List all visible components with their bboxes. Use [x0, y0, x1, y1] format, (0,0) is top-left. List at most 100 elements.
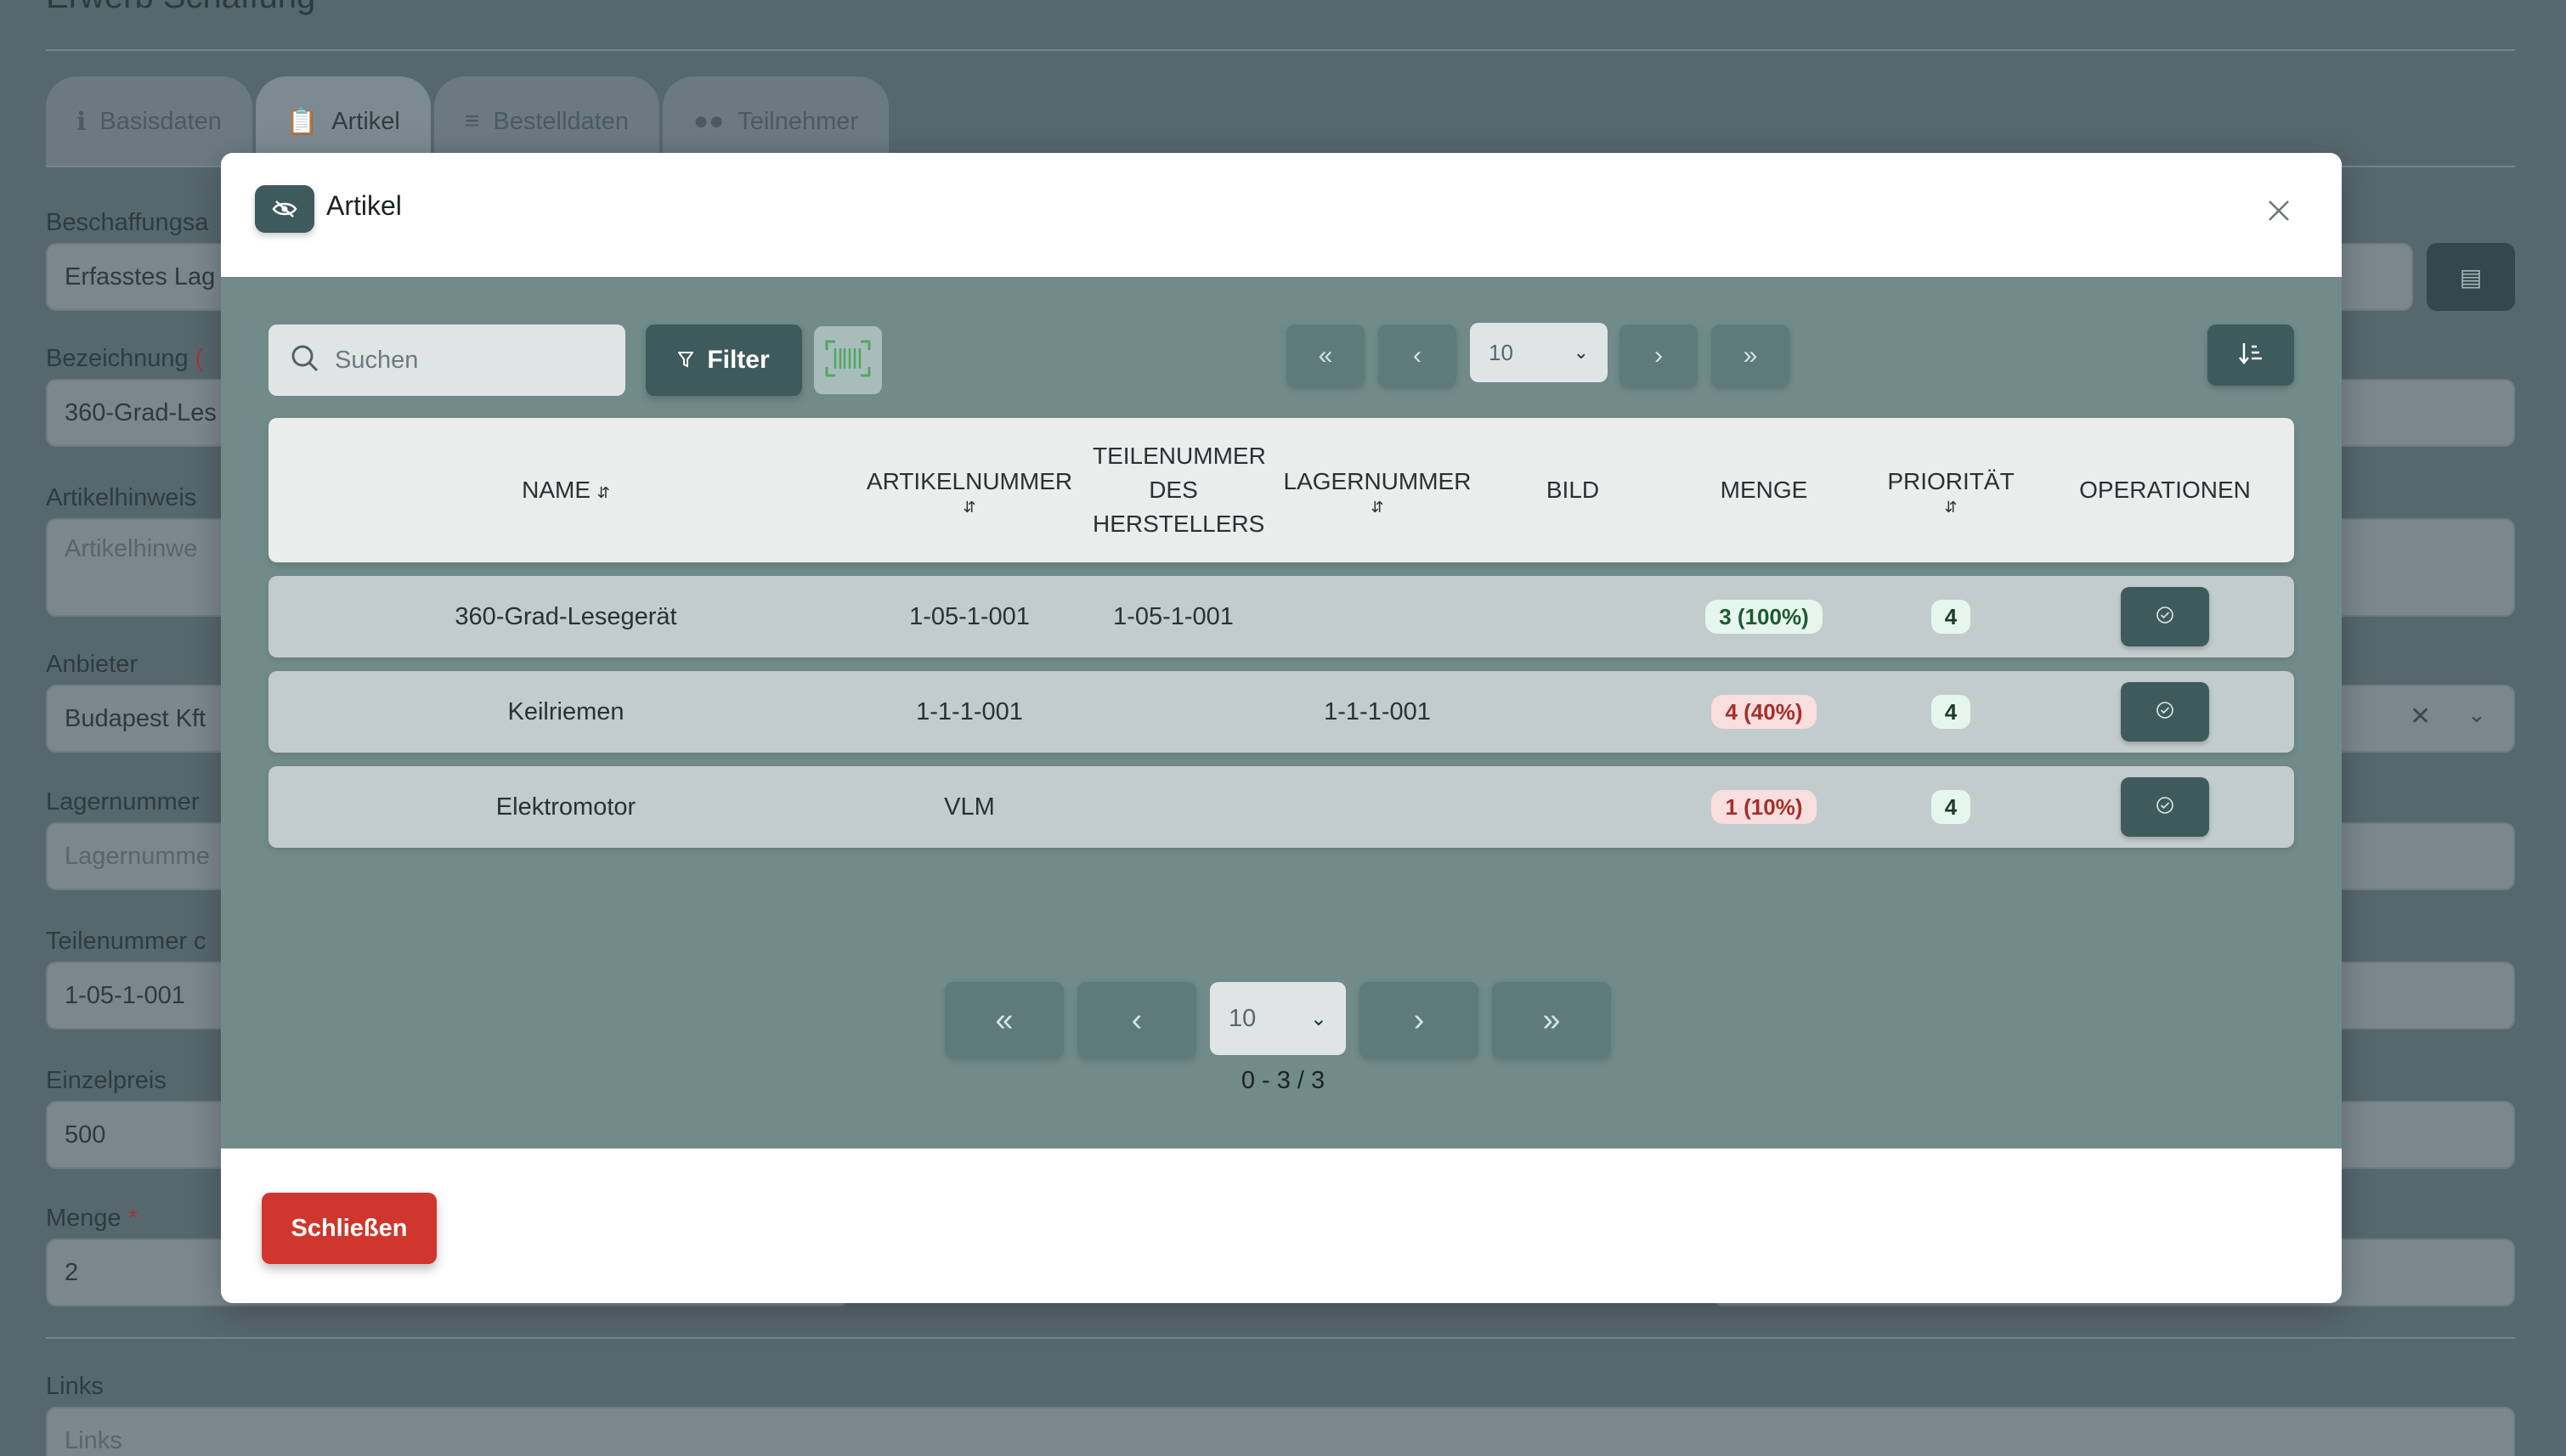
search-box[interactable]: [268, 324, 625, 396]
status-badge: 1 (10%): [1711, 790, 1817, 824]
table-row[interactable]: 360-Grad-Lesegerät 1-05-1-001 1-05-1-001…: [268, 576, 2294, 657]
column-header-menge: MENGE: [1720, 477, 1808, 503]
cell-name: 360-Grad-Lesegerät: [455, 602, 677, 630]
close-button[interactable]: Schließen: [262, 1193, 437, 1264]
page-size-select[interactable]: 10 ⌄: [1470, 323, 1608, 382]
cell-menge: 4 (40%): [1662, 671, 1866, 753]
cell-name: Elektromotor: [495, 793, 636, 821]
select-button[interactable]: [2121, 777, 2209, 837]
tab-label: Teilnehmer: [738, 107, 859, 135]
page-title: Erwerb Schaffung: [46, 0, 315, 16]
cell-teilenummer: [1076, 671, 1271, 753]
page-size-value: 10: [1229, 1004, 1257, 1032]
links-field[interactable]: Links: [46, 1407, 2515, 1456]
cell-bild: [1484, 671, 1662, 753]
column-header-bild: BILD: [1546, 477, 1600, 503]
anbieter-label: Anbieter: [46, 651, 138, 678]
list-icon: ≡: [464, 107, 480, 135]
cell-lagernummer: [1271, 576, 1484, 657]
artikelhinweis-label: Artikelhinweis: [46, 484, 197, 511]
chevrons-left-icon: «: [1318, 341, 1333, 370]
chevron-down-icon: ⌄: [1573, 341, 1589, 363]
table-row[interactable]: Elektromotor VLM 1 (10%) 4: [268, 766, 2294, 848]
search-icon: [291, 344, 319, 377]
einzelpreis-label: Einzelpreis: [46, 1067, 167, 1094]
cell-lagernummer: 1-1-1-001: [1324, 697, 1431, 725]
users-icon: ●●: [692, 107, 725, 135]
table-row[interactable]: Keilriemen 1-1-1-001 1-1-1-001 4 (40%) 4: [268, 671, 2294, 753]
barcode-scan-button[interactable]: [814, 326, 882, 394]
column-header-artikelnummer[interactable]: ARTIKELNUMMER ⇵: [863, 418, 1076, 562]
column-header-prioritaet[interactable]: PRIORITÄT ⇵: [1866, 418, 2036, 562]
search-input[interactable]: [335, 346, 590, 375]
bezeichnung-label: Bezeichnung (: [46, 345, 204, 372]
pagination-count: 0 - 3 / 3: [1241, 1067, 1325, 1094]
chevron-left-icon: ‹: [1413, 341, 1421, 370]
column-header-lagernummer[interactable]: LAGERNUMMER ⇵: [1271, 418, 1484, 562]
chevrons-right-icon: »: [1542, 1002, 1561, 1038]
clipboard-icon: 📋: [285, 107, 319, 136]
filter-button[interactable]: Filter: [646, 324, 802, 396]
links-label: Links: [46, 1373, 104, 1400]
cell-lagernummer: [1271, 766, 1484, 848]
tab-label: Bestelldaten: [493, 107, 629, 135]
cell-teilenummer: 1-05-1-001: [1113, 602, 1234, 630]
sort-icon: ⇵: [596, 484, 610, 501]
cell-artikelnummer: 1-05-1-001: [909, 602, 1030, 630]
cell-operationen: [2036, 576, 2294, 657]
chevrons-left-icon: «: [995, 1002, 1014, 1038]
filter-label: Filter: [707, 346, 770, 374]
next-page-button[interactable]: ›: [1619, 324, 1698, 387]
divider: [46, 1337, 2515, 1339]
menge-label: Menge *: [46, 1205, 138, 1232]
previous-page-button[interactable]: ‹: [1077, 982, 1196, 1058]
tab-label: Artikel: [331, 107, 400, 135]
sort-button[interactable]: [2207, 324, 2294, 386]
chevron-left-icon: ‹: [1131, 1002, 1143, 1038]
cell-menge: 1 (10%): [1662, 766, 1866, 848]
sort-icon: ⇵: [963, 499, 976, 516]
cell-prioritaet: 4: [1866, 766, 2036, 848]
select-button[interactable]: [2121, 587, 2209, 646]
modal-footer: [221, 1148, 2342, 1303]
cell-operationen: [2036, 766, 2294, 848]
info-icon: ℹ: [76, 107, 87, 136]
sort-descending-icon: [2238, 341, 2264, 370]
priority-badge: 4: [1931, 790, 1970, 824]
modal-header: Artikel: [221, 153, 2342, 277]
next-page-button[interactable]: ›: [1359, 982, 1478, 1058]
modal-title: Artikel: [326, 190, 402, 221]
divider: [46, 49, 2515, 51]
table-header: NAME ⇵ ARTIKELNUMMER ⇵ TEILENUMMER DES H…: [268, 418, 2294, 562]
clipboard-icon: ▤: [2459, 263, 2483, 291]
cell-artikelnummer: VLM: [944, 793, 995, 821]
first-page-button[interactable]: «: [945, 982, 1064, 1058]
cell-bild: [1484, 576, 1662, 657]
status-badge: 3 (100%): [1705, 600, 1823, 634]
sort-icon: ⇵: [1371, 499, 1384, 516]
chevron-right-icon: ›: [1654, 341, 1663, 370]
last-page-button[interactable]: »: [1492, 982, 1611, 1058]
column-header-name[interactable]: NAME ⇵: [268, 418, 863, 562]
chevron-right-icon: ›: [1413, 1002, 1425, 1038]
chevrons-right-icon: »: [1743, 341, 1758, 370]
cell-teilenummer: [1076, 766, 1271, 848]
select-button[interactable]: [2121, 682, 2209, 742]
clear-icon[interactable]: ✕: [2410, 702, 2431, 731]
chevron-down-icon[interactable]: ⌄: [2467, 702, 2486, 728]
close-icon[interactable]: [2262, 194, 2296, 228]
previous-page-button[interactable]: ‹: [1378, 324, 1456, 387]
priority-badge: 4: [1931, 600, 1970, 634]
clipboard-button[interactable]: ▤: [2427, 243, 2515, 311]
first-page-button[interactable]: «: [1286, 324, 1365, 387]
cell-bild: [1484, 766, 1662, 848]
cell-prioritaet: 4: [1866, 671, 2036, 753]
page-size-select[interactable]: 10 ⌄: [1210, 982, 1346, 1055]
check-circle-icon: [2156, 793, 2174, 821]
cell-prioritaet: 4: [1866, 576, 2036, 657]
beschaffung-label: Beschaffungsa: [46, 209, 209, 236]
last-page-button[interactable]: »: [1711, 324, 1789, 387]
cell-artikelnummer: 1-1-1-001: [916, 697, 1023, 725]
column-header-teilenummer[interactable]: TEILENUMMER DES HERSTELLERS: [1076, 418, 1271, 562]
priority-badge: 4: [1931, 695, 1970, 729]
